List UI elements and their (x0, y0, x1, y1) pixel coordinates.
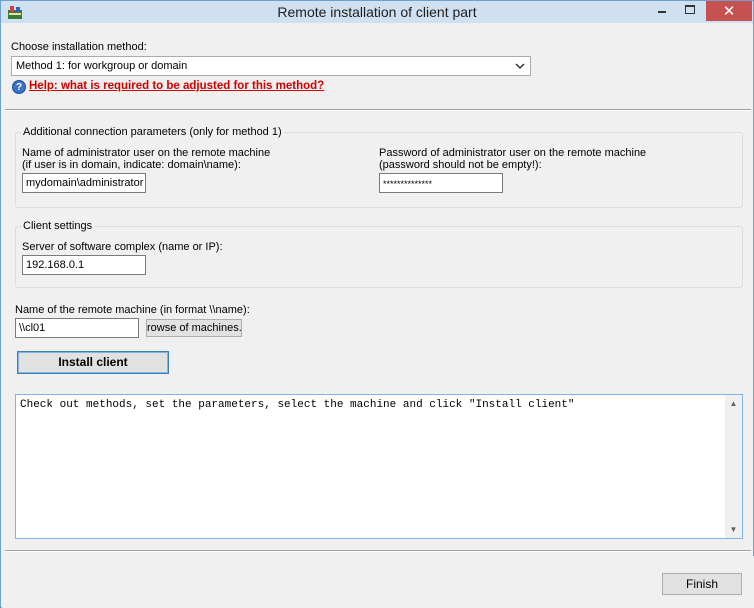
admin-password-label: Password of administrator user on the re… (379, 147, 647, 159)
main-window: Remote installation of client part ✕ Cho… (0, 0, 754, 608)
connection-params-title: Additional connection parameters (only f… (21, 126, 284, 138)
admin-password-input[interactable]: ************** (379, 173, 503, 193)
admin-user-label: Name of administrator user on the remote… (22, 147, 271, 159)
browse-machines-button[interactable]: rowse of machines. (146, 319, 242, 337)
method-label: Choose installation method: (11, 41, 147, 53)
close-button[interactable]: ✕ (706, 1, 752, 21)
server-label: Server of software complex (name or IP): (22, 241, 223, 253)
footer-separator (5, 550, 751, 552)
chevron-down-icon (515, 63, 525, 70)
remote-machine-input[interactable]: \\cl01 (15, 318, 139, 338)
close-icon: ✕ (722, 3, 736, 20)
scroll-down-icon[interactable]: ▼ (725, 521, 742, 538)
help-link[interactable]: Help: what is required to be adjusted fo… (29, 80, 324, 92)
maximize-icon (685, 5, 695, 14)
admin-password-hint: (password should not be empty!): (379, 159, 542, 171)
remote-machine-label: Name of the remote machine (in format \\… (15, 304, 250, 316)
method-selected-value: Method 1: for workgroup or domain (16, 60, 188, 72)
help-icon[interactable]: ? (12, 80, 26, 94)
minimize-icon (658, 11, 666, 13)
window-title: Remote installation of client part (277, 4, 477, 20)
footer-bar (2, 550, 754, 608)
maximize-button[interactable] (677, 1, 703, 21)
minimize-button[interactable] (649, 1, 675, 21)
server-input[interactable]: 192.168.0.1 (22, 255, 146, 275)
install-client-button[interactable]: Install client (17, 351, 169, 374)
log-message: Check out methods, set the parameters, s… (20, 399, 575, 411)
client-settings-title: Client settings (21, 220, 95, 232)
separator (5, 109, 751, 111)
admin-user-input[interactable]: mydomain\administrator (22, 173, 146, 193)
title-bar[interactable]: Remote installation of client part ✕ (1, 1, 753, 23)
scroll-up-icon[interactable]: ▲ (725, 395, 742, 412)
log-textarea[interactable]: Check out methods, set the parameters, s… (15, 394, 743, 539)
finish-button[interactable]: Finish (662, 573, 742, 595)
log-scrollbar[interactable]: ▲ ▼ (725, 395, 742, 538)
admin-user-hint: (if user is in domain, indicate: domain\… (22, 159, 241, 171)
method-select[interactable]: Method 1: for workgroup or domain (11, 56, 531, 76)
